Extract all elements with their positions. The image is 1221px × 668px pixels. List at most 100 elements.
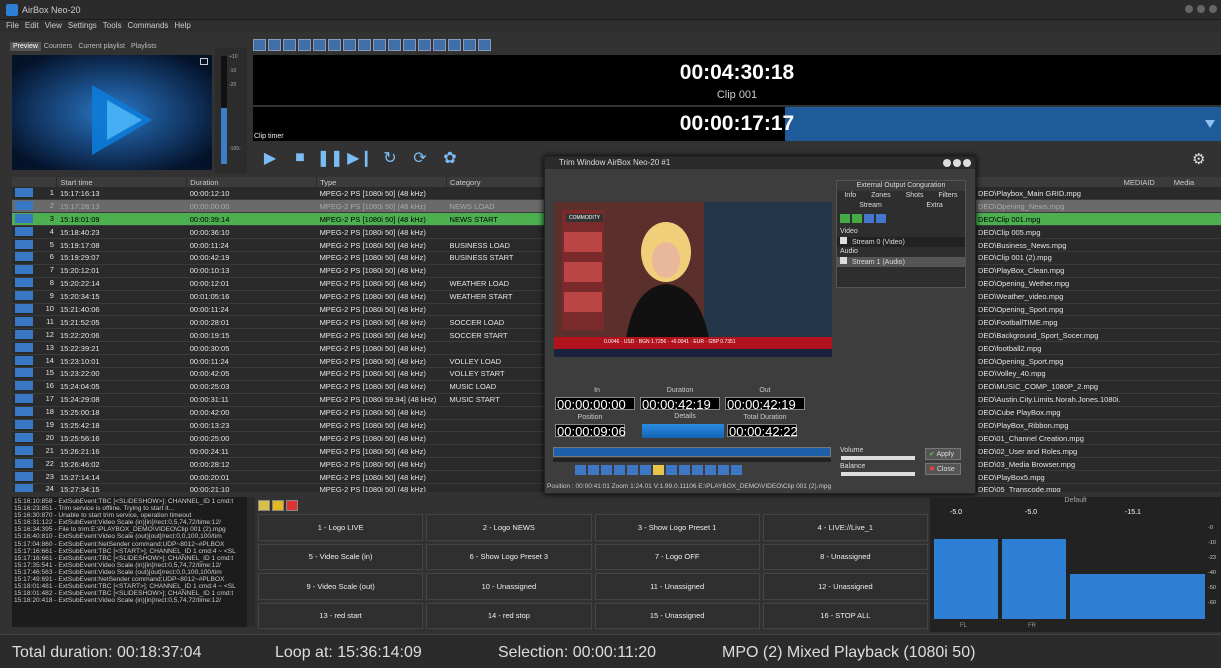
pause-icon[interactable]: ❚❚	[317, 150, 344, 167]
balance-slider[interactable]	[841, 472, 915, 476]
table-row[interactable]: 7 15:20:12:01 00:00:10:13 MPEG-2 PS [1080i …	[12, 264, 547, 278]
table-row[interactable]: 15 15:23:22:00 00:00:42:05 MPEG-2 PS [1080i…	[12, 367, 547, 381]
move-up-icon[interactable]	[864, 214, 874, 223]
macro-button[interactable]: 4 - LIVE://Live_1	[762, 514, 928, 541]
close-icon[interactable]	[1209, 5, 1217, 13]
table-row[interactable]: 17 15:24:29:08 00:00:31:11 MPEG-2 PS [1080i…	[12, 393, 547, 407]
table-row[interactable]: 6 15:19:29:07 00:00:42:19 MPEG-2 PS [1080i …	[12, 251, 547, 265]
minimize-icon[interactable]	[943, 159, 951, 167]
column-header[interactable]: Category	[446, 177, 547, 187]
table-row[interactable]: 5 15:19:17:08 00:00:11:24 MPEG-2 PS [1080i …	[12, 238, 547, 252]
cut-icon[interactable]	[328, 39, 341, 51]
tab-filters[interactable]: Filters	[938, 191, 957, 201]
table-row[interactable]: 10 15:21:40:06 00:00:11:24 MPEG-2 PS [1080i…	[12, 303, 547, 317]
close-icon[interactable]	[963, 159, 971, 167]
gear-icon[interactable]: ⚙	[1192, 150, 1208, 168]
macro-button[interactable]: 13 - red start	[258, 602, 424, 629]
column-header[interactable]: MEDIAID	[1120, 177, 1171, 187]
star-icon[interactable]	[272, 500, 284, 511]
table-row[interactable]: DEO\Opening_Sport.mpg	[975, 354, 1221, 368]
film-reel-icon[interactable]: ✿	[442, 150, 458, 167]
table-row[interactable]: 3 15:18:01:09 00:00:39:14 MPEG-2 PS [1080i …	[12, 212, 547, 227]
table-row[interactable]: DEO\Opening_News.mpg	[975, 199, 1221, 214]
minimize-icon[interactable]	[1185, 5, 1193, 13]
open-icon[interactable]	[268, 39, 281, 51]
menu-settings[interactable]: Settings	[68, 20, 97, 32]
stop-icon[interactable]: ■	[292, 149, 308, 166]
menu-file[interactable]: File	[6, 20, 19, 32]
menu-help[interactable]: Help	[174, 20, 190, 32]
save-icon[interactable]	[283, 39, 296, 51]
table-row[interactable]: 22 15:26:46:02 00:00:28:12 MPEG-2 PS [1080i…	[12, 457, 547, 472]
tab-preview[interactable]: Preview	[10, 42, 41, 51]
in-timecode[interactable]: 00:00:00:00	[555, 397, 635, 411]
table-row[interactable]: 9 15:20:34:15 00:01:05:16 MPEG-2 PS [1080i …	[12, 290, 547, 304]
table-row[interactable]: DEO\Opening_Sport.mpg	[975, 303, 1221, 317]
table-row[interactable]: 24 15:27:34:15 00:00:21:10 MPEG-2 PS [1080i…	[12, 483, 547, 492]
column-header[interactable]	[975, 177, 1121, 187]
table-row[interactable]: DEO\Background_Sport_Socer.mpg	[975, 328, 1221, 343]
menu-commands[interactable]: Commands	[127, 20, 168, 32]
table-row[interactable]: 20 15:25:56:16 00:00:25:00 MPEG-2 PS [1080i…	[12, 431, 547, 446]
table-row[interactable]: 2 15:17:28:13 00:00:00:00 MPEG-2 PS [1080i …	[12, 199, 547, 214]
table-row[interactable]: 19 15:25:42:18 00:00:13:23 MPEG-2 PS [1080i…	[12, 419, 547, 433]
video-stream-row[interactable]: Stream 0 (Video)	[837, 237, 965, 247]
table-row[interactable]: DEO\Clip 001.mpg	[975, 212, 1221, 227]
column-header[interactable]: Type	[316, 177, 448, 187]
grid-icon[interactable]	[403, 39, 416, 51]
menu-view[interactable]: View	[45, 20, 62, 32]
table-row[interactable]: 12 15:22:20:06 00:00:19:15 MPEG-2 PS [1080i…	[12, 328, 547, 343]
macro-button[interactable]: 12 - Unassigned	[762, 573, 928, 600]
macro-button[interactable]: 15 - Unassigned	[594, 602, 760, 629]
log-scrollbar[interactable]	[247, 497, 255, 627]
position-timecode[interactable]: 00:00:09:06	[555, 424, 626, 438]
table-row[interactable]: 18 15:25:00:18 00:00:42:00 MPEG-2 PS [1080i…	[12, 406, 547, 420]
table-row[interactable]: DEO\03_Media Browser.mpg	[975, 457, 1221, 472]
copy-icon[interactable]	[343, 39, 356, 51]
table-row[interactable]: DEO\football2.mpg	[975, 341, 1221, 356]
table-row[interactable]: DEO\Weather_video.mpg	[975, 290, 1221, 304]
table-row[interactable]: DEO\Clip 001 (2).mpg	[975, 251, 1221, 265]
audio-stream-row[interactable]: Stream 1 (Audio)	[837, 257, 965, 267]
table-row[interactable]: 11 15:21:52:05 00:00:28:01 MPEG-2 PS [1080i…	[12, 315, 547, 330]
column-header[interactable]: Duration	[186, 177, 318, 187]
table-row[interactable]: 14 15:23:10:01 00:00:11:24 MPEG-2 PS [1080i…	[12, 354, 547, 368]
maximize-icon[interactable]	[953, 159, 961, 167]
column-header[interactable]: Media	[1170, 177, 1221, 187]
check-all-icon[interactable]	[840, 214, 850, 223]
table-row[interactable]: DEO\01_Channel Creation.mpg	[975, 431, 1221, 446]
tag-icon[interactable]	[448, 39, 461, 51]
macro-button[interactable]: 11 - Unassigned	[594, 573, 760, 600]
menu-tools[interactable]: Tools	[103, 20, 122, 32]
table-row[interactable]: 4 15:18:40:23 00:00:36:10 MPEG-2 PS [1080i …	[12, 225, 547, 240]
table-row[interactable]: DEO\PlayBox_Ribbon.mpg	[975, 419, 1221, 433]
delete-icon[interactable]	[373, 39, 386, 51]
table-row[interactable]: 16 15:24:04:05 00:00:25:03 MPEG-2 PS [1080i…	[12, 380, 547, 394]
tab-counters[interactable]: Counters	[41, 42, 75, 51]
table-row[interactable]: 1 15:17:16:13 00:00:12:10 MPEG-2 PS [1080i …	[12, 187, 547, 201]
saveas-icon[interactable]	[298, 39, 311, 51]
trim-timeline[interactable]	[553, 447, 831, 457]
tab-extra[interactable]: Extra	[926, 201, 942, 211]
table-row[interactable]: DEO\Opening_Wether.mpg	[975, 277, 1221, 291]
new-icon[interactable]	[253, 39, 266, 51]
table-row[interactable]: DEO\FootballTIME.mpg	[975, 315, 1221, 330]
table-row[interactable]: 13 15:22:39:21 00:00:30:05 MPEG-2 PS [1080i…	[12, 341, 547, 356]
menu-edit[interactable]: Edit	[25, 20, 39, 32]
maximize-icon[interactable]	[1197, 5, 1205, 13]
table-row[interactable]: DEO\02_User and Roles.mpg	[975, 444, 1221, 459]
macro-button[interactable]: 8 - Unassigned	[762, 543, 928, 570]
reload-icon[interactable]: ↻	[382, 150, 398, 167]
table-row[interactable]: DEO\PlayBox5.mpg	[975, 470, 1221, 484]
table-row[interactable]: 23 15:27:14:14 00:00:20:01 MPEG-2 PS [1080i…	[12, 470, 547, 484]
column-header[interactable]	[12, 177, 58, 187]
loop-icon[interactable]: ⟳	[412, 150, 428, 167]
menu-icon[interactable]	[200, 58, 208, 65]
tab-current-playlist[interactable]: Current playlist	[75, 42, 128, 51]
move-down-icon[interactable]	[876, 214, 886, 223]
edit-icon[interactable]	[258, 500, 270, 511]
record-icon[interactable]	[463, 39, 476, 51]
tab-stream[interactable]: Stream	[859, 201, 882, 211]
close-button[interactable]: ✖ Close	[925, 463, 961, 475]
volume-slider[interactable]	[841, 456, 915, 460]
